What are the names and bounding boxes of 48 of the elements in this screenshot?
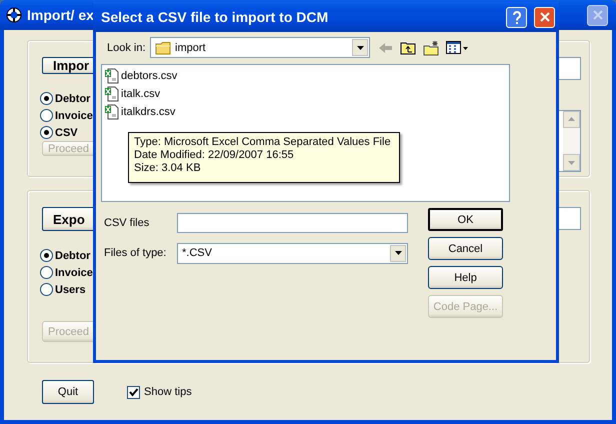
tooltip-text: Size: 3.04 KB — [134, 162, 202, 175]
close-icon — [590, 8, 604, 22]
radio-button[interactable] — [40, 266, 53, 279]
spreadsheet-file-icon — [104, 86, 119, 102]
up-folder-icon[interactable] — [400, 40, 416, 56]
close-button[interactable] — [587, 4, 608, 26]
field-label: CSV files — [103, 217, 150, 229]
tooltip-text: Date Modified: 22/09/2007 16:55 — [134, 149, 295, 162]
view-menu-icon[interactable] — [446, 40, 468, 55]
file-list[interactable]: debtors.csv italk.csv italkdrs.csv Type: Microsoft Excel Comma Separated Values File Date Modified: 22/09/2007 16:55 Size: 3.04 KB — [101, 64, 510, 202]
option-label: Invoice — [55, 110, 93, 122]
radio-button-selected[interactable] — [40, 92, 53, 106]
option-label: Users — [55, 284, 86, 296]
option-label: Debtor — [55, 92, 90, 105]
window-title: Import/ ex — [27, 7, 94, 23]
folder-name: import — [175, 42, 206, 54]
option-label: CSV — [55, 126, 78, 139]
dialog-button[interactable]: Cancel — [428, 237, 503, 260]
caret-icon[interactable] — [394, 251, 402, 255]
new-folder-icon[interactable] — [423, 40, 439, 56]
input-field[interactable] — [177, 213, 408, 233]
look-in-label: Look in: — [107, 42, 147, 54]
checkbox[interactable] — [127, 386, 140, 398]
radio-button[interactable] — [40, 283, 53, 296]
file-item[interactable]: debtors.csv — [121, 70, 178, 82]
spreadsheet-file-icon — [104, 68, 119, 84]
help-button[interactable] — [506, 6, 527, 28]
dialog-button[interactable]: OK — [428, 208, 503, 231]
file-type-dropdown[interactable]: *.CSV — [177, 242, 408, 264]
radio-button[interactable] — [40, 109, 53, 122]
checkbox-label: Show tips — [144, 386, 192, 398]
folder-icon — [155, 40, 171, 56]
app-icon — [6, 7, 22, 23]
file-item[interactable]: italk.csv — [121, 88, 160, 100]
radio-button-selected[interactable] — [40, 126, 53, 140]
dialog-title: Select a CSV file to import to DCM — [101, 9, 328, 25]
caret-icon[interactable] — [356, 46, 364, 50]
dialog-button[interactable]: Help — [428, 266, 503, 289]
file-item[interactable]: italkdrs.csv — [121, 106, 176, 118]
tooltip-text: Type: Microsoft Excel Comma Separated Values File — [134, 136, 391, 149]
option-label: Invoice — [55, 266, 93, 278]
spreadsheet-file-icon — [104, 104, 119, 120]
radio-button-selected[interactable] — [40, 249, 53, 262]
option-label: Debtor — [55, 250, 90, 262]
field-label: Files of type: — [103, 247, 168, 259]
look-in-dropdown[interactable]: import — [150, 37, 370, 58]
close-icon — [538, 10, 552, 24]
quit-button[interactable]: Quit — [42, 380, 94, 404]
